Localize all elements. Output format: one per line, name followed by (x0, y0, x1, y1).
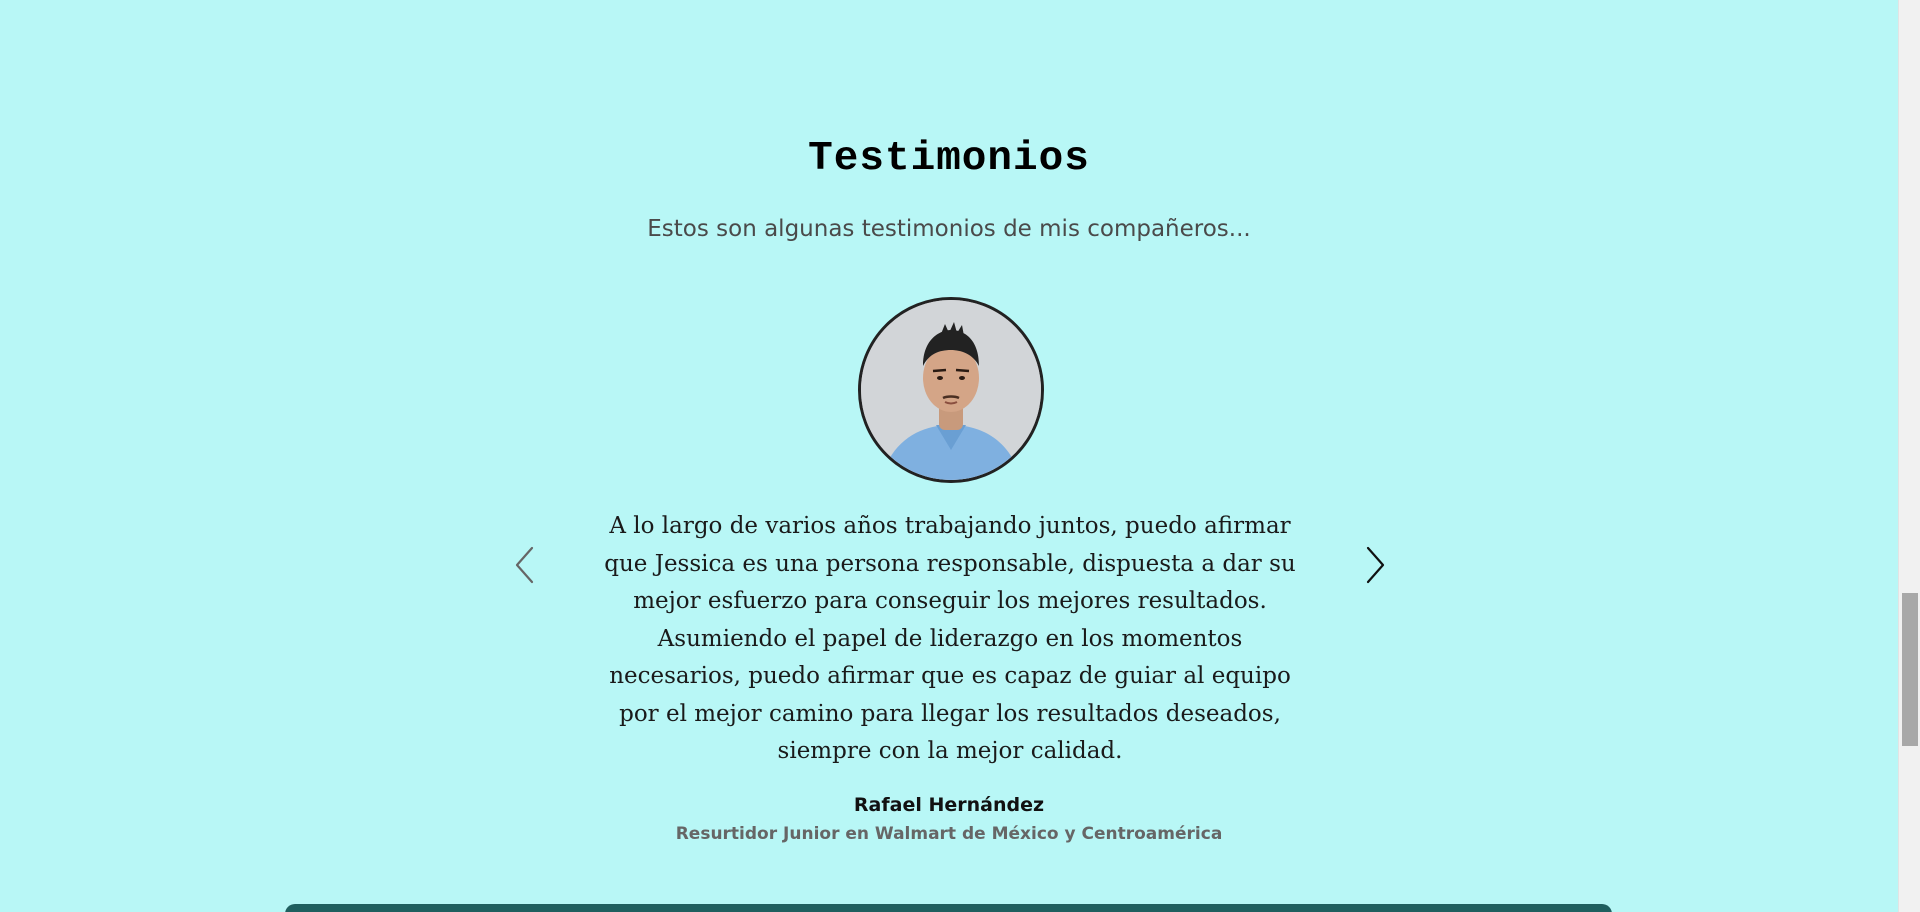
testimonial-role: Resurtidor Junior en Walmart de México y… (675, 824, 1223, 844)
section-title: Testimonios (808, 136, 1090, 182)
testimonial-quote: A lo largo de varios años trabajando jun… (604, 513, 1296, 764)
person-photo-icon (861, 300, 1041, 480)
page-scrollbar[interactable] (1898, 0, 1920, 912)
chevron-left-icon (515, 546, 534, 584)
carousel-prev-button[interactable] (500, 540, 550, 590)
next-section-top-edge (285, 904, 1612, 912)
scrollbar-thumb[interactable] (1902, 593, 1918, 746)
testimonial-author: Rafael Hernández (853, 794, 1045, 816)
section-subtitle: Estos son algunas testimonios de mis com… (647, 216, 1251, 242)
chevron-right-icon (1366, 546, 1385, 584)
carousel-next-button[interactable] (1350, 540, 1400, 590)
testimonials-section: Testimonios Estos son algunas testimonio… (0, 0, 1898, 912)
testimonial-avatar (858, 297, 1044, 483)
